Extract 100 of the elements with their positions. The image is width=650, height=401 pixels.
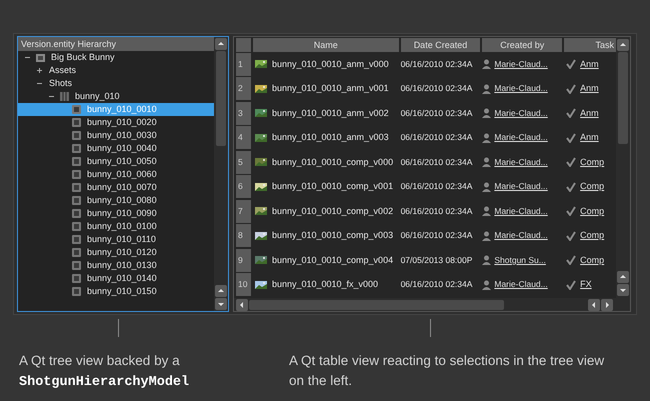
person-icon bbox=[482, 182, 492, 192]
user-link[interactable]: Marie-Claud... bbox=[494, 156, 548, 169]
tree-item[interactable]: bunny_010_0040 bbox=[18, 142, 214, 155]
row-header[interactable]: 6 bbox=[236, 175, 251, 198]
tree-item[interactable]: bunny_010_0080 bbox=[18, 194, 214, 207]
tree-item[interactable]: Shots bbox=[18, 77, 214, 90]
tree-item[interactable]: bunny_010_0150 bbox=[18, 285, 214, 298]
row-header[interactable]: 9 bbox=[236, 248, 251, 272]
row-header[interactable]: 8 bbox=[236, 224, 251, 248]
table-cell-text: bunny_010_0010_comp_v001 bbox=[272, 180, 394, 193]
column-header[interactable]: Created by bbox=[482, 38, 562, 52]
user-link[interactable]: Shotgun Su... bbox=[494, 254, 546, 267]
table-cell-text: 06/16/2010 02:34A bbox=[400, 156, 474, 169]
tree-item-label: bunny_010_0070 bbox=[87, 180, 157, 194]
person-icon bbox=[482, 108, 492, 118]
tree-item-label: bunny_010_0150 bbox=[87, 284, 157, 298]
scroll-down-button[interactable] bbox=[617, 284, 629, 296]
table-cell-text: bunny_010_0010_anm_v001 bbox=[272, 82, 389, 95]
tree-item[interactable]: bunny_010_0110 bbox=[18, 233, 214, 246]
scroll-up-button[interactable] bbox=[215, 38, 227, 50]
collapse-icon[interactable] bbox=[36, 80, 42, 87]
task-link[interactable]: Anm bbox=[580, 58, 599, 71]
caption: A Qt table view reacting to selections in the tree view on the left. bbox=[289, 352, 606, 390]
task-link[interactable]: Comp bbox=[580, 254, 604, 267]
scroll-up-button[interactable] bbox=[617, 39, 629, 51]
row-header[interactable]: 3 bbox=[236, 102, 251, 125]
scrollbar-thumb[interactable] bbox=[216, 51, 226, 146]
task-link[interactable]: Anm bbox=[580, 131, 599, 144]
user-link[interactable]: Marie-Claud... bbox=[494, 82, 548, 96]
scrollbar-thumb[interactable] bbox=[249, 300, 504, 310]
tree-item[interactable]: bunny_010_0070 bbox=[18, 181, 214, 194]
tree-item[interactable]: bunny_010_0140 bbox=[18, 272, 214, 285]
task-link[interactable]: FX bbox=[580, 278, 592, 292]
tree-item[interactable]: bunny_010_0100 bbox=[18, 220, 214, 233]
scrollbar-thumb[interactable] bbox=[618, 52, 628, 144]
task-link[interactable]: Comp bbox=[580, 180, 604, 194]
tree-item-label: bunny_010_0090 bbox=[87, 206, 157, 220]
person-icon bbox=[482, 206, 492, 216]
scroll-left-button[interactable] bbox=[588, 298, 600, 310]
scrollbar[interactable] bbox=[214, 37, 228, 311]
task-link[interactable]: Comp bbox=[580, 204, 604, 218]
tree-item[interactable]: bunny_010_0090 bbox=[18, 207, 214, 220]
row-header[interactable]: 5 bbox=[236, 150, 251, 174]
user-link[interactable]: Marie-Claud... bbox=[494, 278, 548, 292]
table-cell: bunny_010_0010_comp_v004 bbox=[272, 254, 394, 267]
user-link[interactable]: Marie-Claud... bbox=[494, 229, 548, 242]
checkmark-icon bbox=[566, 157, 576, 168]
table-cell-text: 06/16/2010 02:34A bbox=[400, 229, 474, 242]
column-header[interactable]: Name bbox=[252, 38, 399, 52]
film-icon bbox=[71, 247, 82, 258]
expand-icon[interactable] bbox=[36, 67, 42, 74]
task-link[interactable]: Anm bbox=[580, 82, 599, 96]
collapse-icon[interactable] bbox=[48, 93, 54, 100]
caret-icon bbox=[218, 303, 224, 306]
table-cell-text: 06/16/2010 02:34A bbox=[400, 82, 474, 96]
column-header[interactable]: Version.entity Hierarchy bbox=[18, 37, 214, 51]
tree-item[interactable]: Assets bbox=[18, 64, 214, 77]
tree-item[interactable]: bunny_010_0020 bbox=[18, 116, 214, 129]
scroll-up-button[interactable] bbox=[617, 271, 629, 283]
table-cell: bunny_010_0010_anm_v000 bbox=[272, 58, 389, 71]
tree-item[interactable]: bunny_010_0060 bbox=[18, 168, 214, 181]
row-header[interactable]: 7 bbox=[236, 200, 251, 223]
task-link[interactable]: Comp bbox=[580, 156, 604, 169]
row-header[interactable]: 4 bbox=[236, 126, 251, 150]
scroll-up-button[interactable] bbox=[215, 285, 227, 297]
row-header[interactable]: 2 bbox=[236, 77, 251, 100]
scroll-right-button[interactable] bbox=[601, 298, 613, 310]
tree-item[interactable]: Big Buck Bunny bbox=[18, 51, 214, 64]
tree-item[interactable]: bunny_010_0130 bbox=[18, 259, 214, 272]
caret-icon bbox=[240, 302, 243, 308]
task-link[interactable]: Anm bbox=[580, 106, 599, 120]
tree-item[interactable]: bunny_010 bbox=[18, 90, 214, 103]
table-cell-text: bunny_010_0010_anm_v003 bbox=[272, 131, 389, 144]
column-header[interactable]: Date Created bbox=[400, 38, 480, 52]
task-link[interactable]: Comp bbox=[580, 229, 604, 242]
table-cell-text: 06/16/2010 02:34A bbox=[400, 131, 474, 144]
row-header[interactable]: 1 bbox=[236, 52, 251, 76]
collapse-icon[interactable] bbox=[24, 54, 30, 61]
checkmark-icon bbox=[566, 280, 576, 290]
film-icon bbox=[71, 156, 82, 167]
person-icon bbox=[482, 280, 492, 290]
film-icon bbox=[71, 117, 82, 128]
scrollbar[interactable] bbox=[616, 37, 630, 298]
checkmark-icon bbox=[566, 255, 576, 266]
user-link[interactable]: Marie-Claud... bbox=[494, 106, 548, 120]
scroll-down-button[interactable] bbox=[215, 298, 227, 310]
tree-item[interactable]: bunny_010_0050 bbox=[18, 155, 214, 168]
checkmark-icon bbox=[566, 59, 576, 70]
tree-item[interactable]: bunny_010_0030 bbox=[18, 129, 214, 142]
user-link[interactable]: Marie-Claud... bbox=[494, 131, 548, 144]
scrollbar[interactable] bbox=[234, 298, 630, 311]
film-icon bbox=[71, 104, 82, 115]
row-header[interactable]: 10 bbox=[236, 273, 251, 296]
class-name: ShotgunHierarchyModel bbox=[19, 375, 190, 390]
scroll-left-button[interactable] bbox=[236, 298, 248, 310]
user-link[interactable]: Marie-Claud... bbox=[494, 204, 548, 218]
column-header[interactable]: Task bbox=[564, 38, 616, 52]
tree-item[interactable]: bunny_010_0120 bbox=[18, 246, 214, 259]
user-link[interactable]: Marie-Claud... bbox=[494, 58, 548, 71]
user-link[interactable]: Marie-Claud... bbox=[494, 180, 548, 194]
